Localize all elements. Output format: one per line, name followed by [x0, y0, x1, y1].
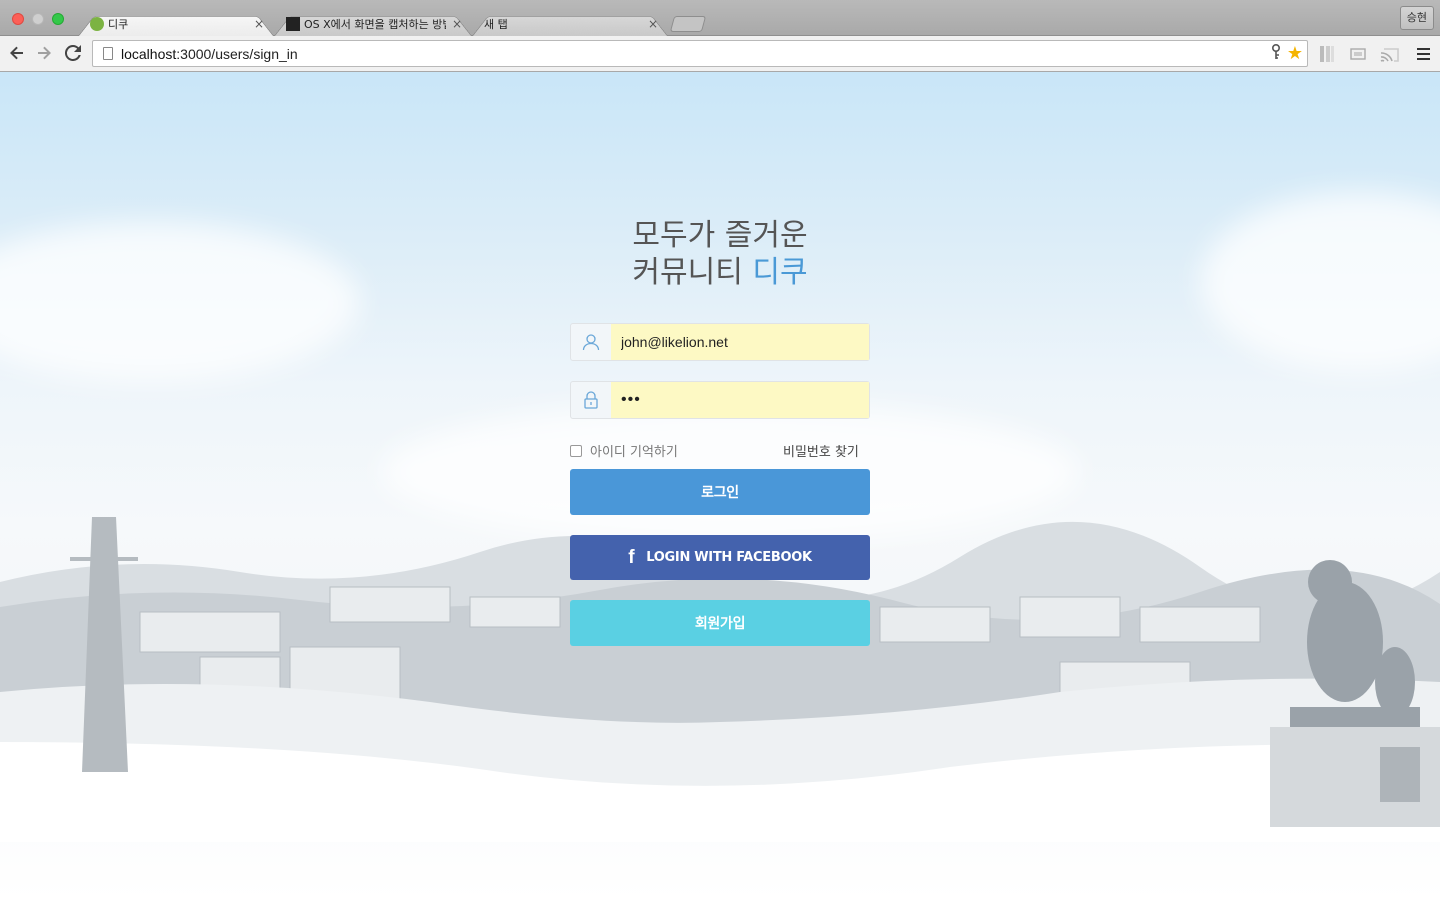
- url-text[interactable]: localhost:3000/users/sign_in: [121, 46, 1271, 62]
- tab-title: 새 탭: [484, 17, 508, 31]
- cast-icon[interactable]: [1380, 44, 1400, 64]
- window-close-button[interactable]: [12, 13, 24, 25]
- email-input[interactable]: [611, 324, 869, 360]
- new-tab-button[interactable]: [669, 16, 707, 32]
- window-controls: [12, 13, 64, 25]
- tab-title: 디쿠: [108, 17, 129, 31]
- password-input[interactable]: [611, 382, 869, 418]
- facebook-login-button[interactable]: f LOGIN WITH FACEBOOK: [570, 535, 870, 580]
- window-minimize-button[interactable]: [32, 13, 44, 25]
- remember-me-checkbox[interactable]: [570, 444, 582, 457]
- find-password-link[interactable]: 비밀번호 찾기: [783, 441, 859, 460]
- lock-icon: [571, 382, 611, 418]
- email-field: [570, 323, 870, 361]
- back-arrow-icon[interactable]: [6, 42, 28, 64]
- tab-close-icon[interactable]: ×: [254, 17, 264, 31]
- remember-me-label: 아이디 기억하기: [590, 445, 678, 460]
- facebook-login-label: LOGIN WITH FACEBOOK: [646, 550, 812, 565]
- reload-icon[interactable]: [62, 42, 84, 64]
- profile-button[interactable]: 승현: [1399, 6, 1434, 30]
- window-maximize-button[interactable]: [52, 13, 64, 25]
- login-button[interactable]: 로그인: [570, 469, 870, 515]
- extension-bookmarks-icon[interactable]: [1317, 44, 1337, 64]
- page-icon: [103, 47, 113, 60]
- facebook-icon: f: [628, 546, 635, 568]
- browser-tab-diku[interactable]: 디쿠 ×: [78, 11, 274, 36]
- menu-icon[interactable]: [1413, 44, 1433, 64]
- forward-arrow-icon[interactable]: [33, 42, 55, 64]
- bzm-favicon-icon: [286, 16, 300, 31]
- browser-tab-strip: 디쿠 × OS X에서 화면을 캡처하는 방법 × 새 탭 × 승현: [0, 0, 1440, 36]
- key-icon[interactable]: [1271, 43, 1281, 64]
- user-icon: [571, 324, 611, 360]
- brand-name: 디쿠: [752, 255, 808, 290]
- heading-line-2: 커뮤니티 디쿠: [632, 255, 808, 290]
- remember-me[interactable]: 아이디 기억하기: [570, 441, 678, 460]
- login-button-label: 로그인: [701, 485, 739, 501]
- heading-line-1: 모두가 즐거운: [632, 218, 808, 253]
- address-bar[interactable]: localhost:3000/users/sign_in ★: [92, 40, 1308, 67]
- password-field: [570, 381, 870, 419]
- bookmark-star-icon[interactable]: ★: [1287, 43, 1303, 64]
- tab-title: OS X에서 화면을 캡처하는 방법: [304, 17, 446, 31]
- signup-button-label: 회원가입: [694, 616, 746, 632]
- tab-close-icon[interactable]: ×: [648, 17, 658, 31]
- sign-in-page: 모두가 즐거운 커뮤니티 디쿠 아이디 기억하기 비밀번호 찾기 로그인 f L…: [0, 72, 1440, 900]
- browser-tab-new-tab[interactable]: 새 탭 ×: [472, 11, 668, 36]
- extension-screen-icon[interactable]: [1348, 44, 1368, 64]
- browser-toolbar: localhost:3000/users/sign_in ★: [0, 36, 1440, 72]
- signup-button[interactable]: 회원가입: [570, 600, 870, 646]
- browser-tab-osx-capture[interactable]: OS X에서 화면을 캡처하는 방법 ×: [274, 11, 472, 36]
- likelion-favicon-icon: [90, 16, 104, 31]
- tab-close-icon[interactable]: ×: [452, 17, 462, 31]
- page-heading: 모두가 즐거운 커뮤니티 디쿠: [0, 217, 1440, 291]
